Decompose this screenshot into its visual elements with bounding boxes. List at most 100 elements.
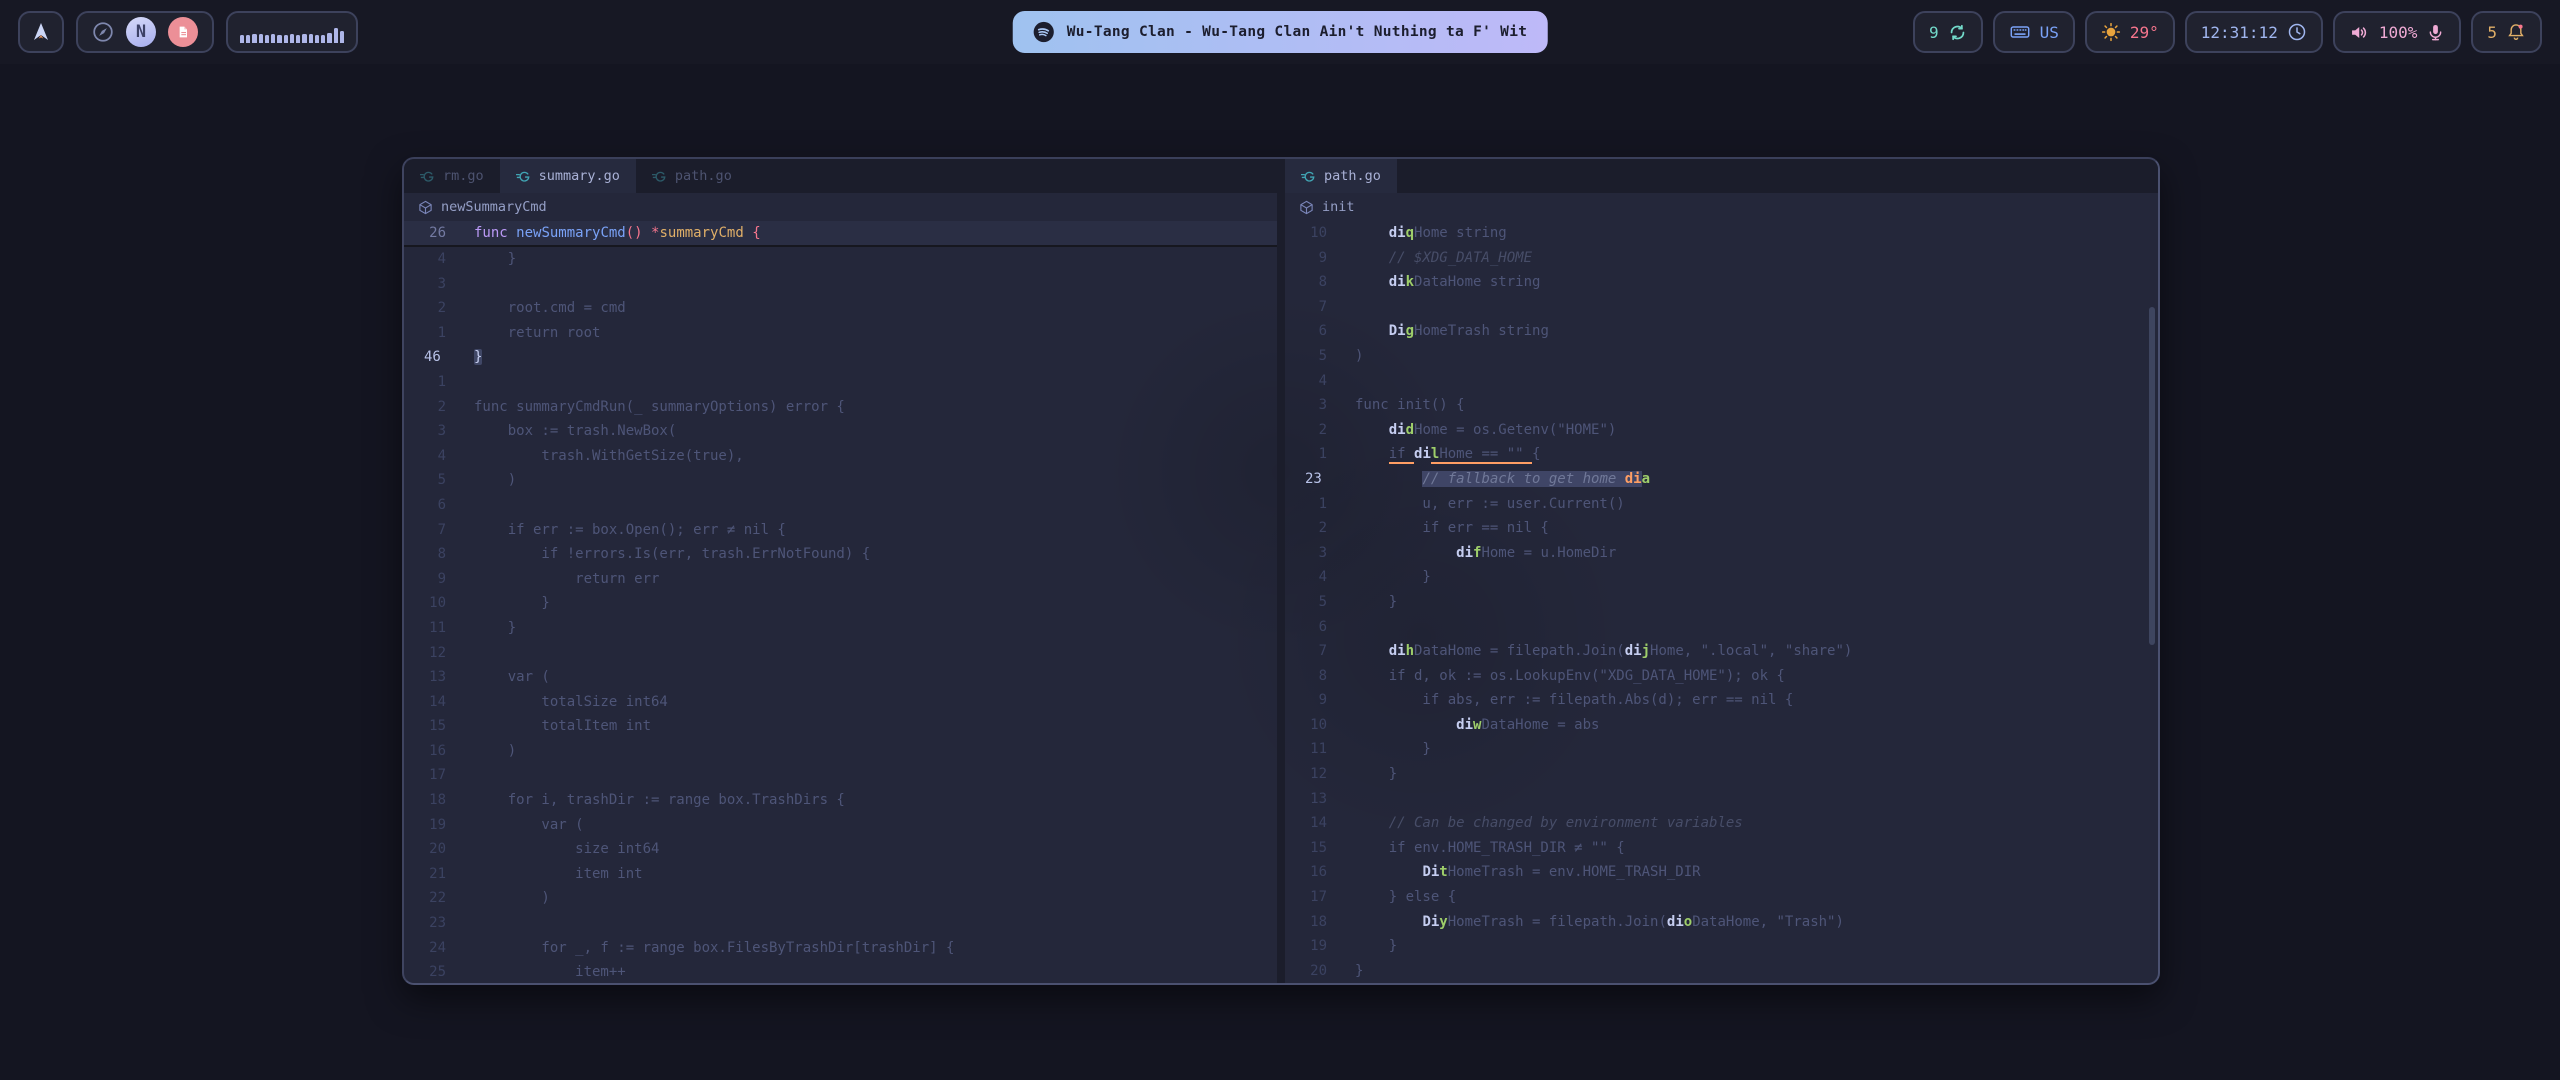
code-line: 7 dihDataHome = filepath.Join(dijHome, "… bbox=[1285, 639, 2158, 664]
code-segment bbox=[1355, 422, 1389, 438]
tab-path-go[interactable]: path.go bbox=[1285, 159, 1397, 193]
context-token: newSummaryCmd bbox=[516, 225, 626, 241]
speaker-icon bbox=[2349, 22, 2370, 43]
editor-window: rm.go summary.go path.go bbox=[402, 157, 2160, 985]
code-line: 14 totalSize int64 bbox=[404, 690, 1277, 715]
line-number: 4 bbox=[1285, 369, 1343, 394]
line-number: 11 bbox=[404, 616, 462, 641]
audio-pill[interactable]: 100% bbox=[2333, 11, 2462, 53]
go-lang-icon bbox=[652, 169, 667, 184]
visualizer-bar bbox=[309, 34, 313, 43]
files-icon[interactable] bbox=[168, 17, 198, 47]
neovim-icon[interactable]: N bbox=[126, 17, 156, 47]
tabstrip-right: path.go bbox=[1285, 159, 2158, 193]
line-number: 20 bbox=[404, 837, 462, 862]
line-number: 3 bbox=[1285, 393, 1343, 418]
update-icon bbox=[1948, 23, 1967, 42]
keyboard-layout-pill[interactable]: US bbox=[1993, 11, 2075, 53]
code-line: 9 return err bbox=[404, 567, 1277, 592]
code-line: 5 } bbox=[1285, 590, 2158, 615]
line-number: 9 bbox=[404, 567, 462, 592]
code-line: 8 dikDataHome string bbox=[1285, 270, 2158, 295]
tab-label: rm.go bbox=[443, 168, 484, 184]
visualizer-bar bbox=[240, 35, 244, 43]
weather-pill[interactable]: 29° bbox=[2085, 11, 2175, 53]
code-segment: ) bbox=[474, 890, 550, 906]
code-segment: Di bbox=[1389, 323, 1406, 339]
code-segment: if env.HOME_TRASH_DIR ≠ "" { bbox=[1355, 840, 1625, 856]
compass-icon[interactable] bbox=[92, 21, 114, 43]
sticky-context-line: 26 func newSummaryCmd() *summaryCmd { bbox=[404, 221, 1277, 247]
code-line: 11 } bbox=[1285, 737, 2158, 762]
code-segment bbox=[1355, 225, 1389, 241]
notifications-pill[interactable]: 5 bbox=[2471, 11, 2542, 53]
line-number: 14 bbox=[1285, 811, 1343, 836]
code-segment: DataHome, "Trash") bbox=[1692, 914, 1844, 930]
code-line: 1 if dilHome == "" { bbox=[1285, 442, 2158, 467]
line-number: 2 bbox=[404, 296, 462, 321]
code-segment: } bbox=[1355, 938, 1397, 954]
line-number: 22 bbox=[404, 886, 462, 911]
code-line: 1 bbox=[404, 370, 1277, 395]
code-segment: a bbox=[1642, 471, 1650, 487]
code-segment: if abs, err := filepath.Abs(d); err == n… bbox=[1355, 692, 1793, 708]
code-line: 19 var ( bbox=[404, 813, 1277, 838]
audio-visualizer[interactable] bbox=[226, 11, 358, 53]
clock-pill[interactable]: 12:31:12 bbox=[2185, 11, 2323, 53]
code-line: 25 item++ bbox=[404, 960, 1277, 983]
line-number: 17 bbox=[1285, 885, 1343, 910]
go-lang-icon bbox=[1301, 169, 1316, 184]
line-number: 23 bbox=[1285, 467, 1343, 492]
line-number: 19 bbox=[404, 813, 462, 838]
code-line: 3 box := trash.NewBox( bbox=[404, 419, 1277, 444]
line-number: 21 bbox=[404, 862, 462, 887]
code-line: 1 return root bbox=[404, 321, 1277, 346]
line-number: 10 bbox=[1285, 221, 1343, 246]
code-segment: di bbox=[1625, 471, 1642, 487]
code-segment: di bbox=[1389, 274, 1406, 290]
code-line: 18 for i, trashDir := range box.TrashDir… bbox=[404, 788, 1277, 813]
code-segment: } bbox=[474, 349, 482, 365]
code-segment: ) bbox=[474, 743, 516, 759]
code-segment: } bbox=[474, 620, 516, 636]
code-line: 2 root.cmd = cmd bbox=[404, 296, 1277, 321]
code-segment: return err bbox=[474, 571, 659, 587]
code-segment: // Can be changed by environment variabl… bbox=[1389, 815, 1743, 831]
visualizer-bar bbox=[290, 34, 294, 43]
code-segment: } bbox=[1355, 569, 1431, 585]
code-area-left[interactable]: 4 }32 root.cmd = cmd1 return root46}12fu… bbox=[404, 247, 1277, 983]
code-segment bbox=[1355, 446, 1389, 462]
code-segment: { bbox=[1532, 446, 1540, 462]
code-segment: di bbox=[1667, 914, 1684, 930]
code-segment bbox=[1355, 545, 1456, 561]
tab-path-go-left[interactable]: path.go bbox=[636, 159, 748, 193]
line-number: 25 bbox=[404, 960, 462, 983]
window-split-divider[interactable] bbox=[1277, 159, 1285, 983]
updates-pill[interactable]: 9 bbox=[1913, 11, 1983, 53]
code-line: 1 u, err := user.Current() bbox=[1285, 492, 2158, 517]
code-segment: // fallback to get home bbox=[1422, 471, 1624, 487]
tab-summary-go[interactable]: summary.go bbox=[500, 159, 636, 193]
code-line: 15 if env.HOME_TRASH_DIR ≠ "" { bbox=[1285, 836, 2158, 861]
code-segment: if !errors.Is(err, trash.ErrNotFound) { bbox=[474, 546, 870, 562]
tab-rm-go[interactable]: rm.go bbox=[404, 159, 500, 193]
launcher-button[interactable] bbox=[18, 11, 64, 53]
scrollbar-right[interactable] bbox=[2149, 307, 2155, 645]
weather-temp: 29° bbox=[2130, 23, 2159, 42]
code-segment: if err := box.Open(); err ≠ nil { bbox=[474, 522, 786, 538]
code-segment: q bbox=[1406, 225, 1414, 241]
package-cube-icon bbox=[1299, 200, 1314, 215]
code-line: 12 bbox=[404, 641, 1277, 666]
code-area-right[interactable]: 10 diqHome string9 // $XDG_DATA_HOME8 di… bbox=[1285, 221, 2158, 983]
bar-right-cluster: 9 bbox=[1913, 11, 2542, 53]
code-segment: } bbox=[1355, 594, 1397, 610]
code-segment: } bbox=[474, 251, 516, 267]
line-number: 7 bbox=[1285, 295, 1343, 320]
code-segment: root.cmd = cmd bbox=[474, 300, 626, 316]
line-number: 2 bbox=[404, 395, 462, 420]
now-playing-pill[interactable]: Wu-Tang Clan - Wu-Tang Clan Ain't Nuthin… bbox=[1013, 11, 1548, 53]
top-bar: N Wu-Tang Clan - Wu-Tang Clan bbox=[0, 0, 2560, 64]
line-number: 17 bbox=[404, 763, 462, 788]
visualizer-bar bbox=[315, 35, 319, 43]
line-number: 7 bbox=[404, 518, 462, 543]
